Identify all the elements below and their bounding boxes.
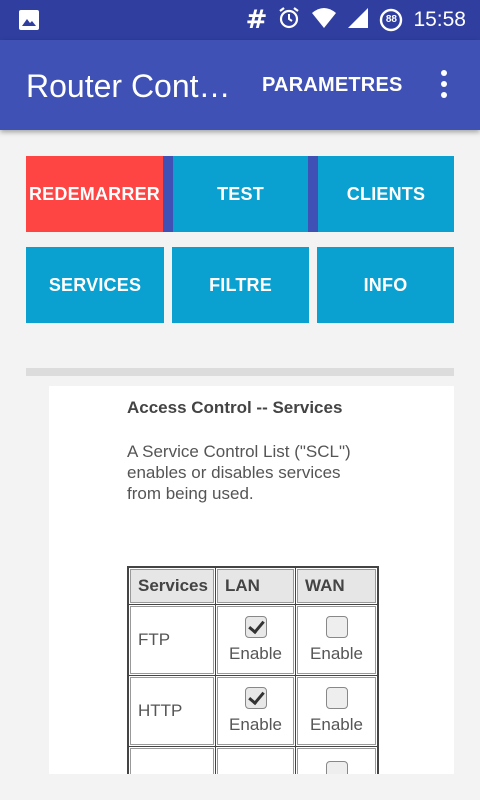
table-row bbox=[127, 746, 379, 774]
checkbox-label: Enable bbox=[310, 715, 363, 734]
test-button[interactable]: TEST bbox=[173, 156, 308, 232]
app-bar: Router Cont… PARAMETRES bbox=[0, 40, 480, 130]
wifi-icon bbox=[311, 7, 337, 34]
restart-button[interactable]: REDEMARRER bbox=[26, 156, 163, 232]
ftp-lan-checkbox[interactable] bbox=[244, 616, 267, 638]
router-webview[interactable]: Access Control -- Services A Service Con… bbox=[49, 386, 454, 774]
page-description: A Service Control List ("SCL") enables o… bbox=[127, 442, 351, 503]
services-button[interactable]: SERVICES bbox=[26, 247, 164, 323]
app-title: Router Cont… bbox=[26, 68, 231, 104]
parametres-button[interactable]: PARAMETRES bbox=[262, 74, 403, 97]
checkbox-label: Enable bbox=[229, 644, 282, 663]
header-wan: WAN bbox=[297, 569, 376, 603]
status-bar: # 88 15:58 bbox=[0, 0, 480, 40]
table-row: HTTP Enable Enable bbox=[127, 675, 379, 747]
filter-button[interactable]: FILTRE bbox=[172, 247, 309, 323]
service-name: HTTP bbox=[130, 677, 214, 745]
wan-checkbox[interactable] bbox=[325, 761, 348, 774]
signal-icon bbox=[347, 7, 369, 34]
image-icon bbox=[18, 9, 40, 36]
data-saver-badge: 88 bbox=[385, 14, 397, 25]
clients-button[interactable]: CLIENTS bbox=[318, 156, 454, 232]
table-header-row: Services LAN WAN bbox=[127, 566, 379, 605]
checkbox-label: Enable bbox=[310, 644, 363, 663]
button-separator bbox=[308, 156, 318, 232]
divider bbox=[26, 368, 454, 376]
clock: 15:58 bbox=[413, 8, 466, 31]
checkbox-label: Enable bbox=[229, 715, 282, 734]
http-lan-checkbox[interactable] bbox=[244, 687, 267, 709]
header-services: Services bbox=[130, 569, 214, 603]
service-control-table: Services LAN WAN FTP Enable Enable HTTP … bbox=[127, 566, 379, 774]
http-wan-checkbox[interactable] bbox=[325, 687, 348, 709]
hash-icon: # bbox=[245, 5, 268, 35]
alarm-icon bbox=[277, 6, 301, 35]
table-row: FTP Enable Enable bbox=[127, 604, 379, 676]
data-saver-icon: 88 bbox=[379, 8, 403, 32]
overflow-menu-icon[interactable] bbox=[432, 68, 456, 100]
info-button[interactable]: INFO bbox=[317, 247, 454, 323]
ftp-wan-checkbox[interactable] bbox=[325, 616, 348, 638]
header-lan: LAN bbox=[217, 569, 294, 603]
page-heading: Access Control -- Services bbox=[127, 398, 343, 417]
service-name: FTP bbox=[130, 606, 214, 674]
button-separator bbox=[163, 156, 173, 232]
